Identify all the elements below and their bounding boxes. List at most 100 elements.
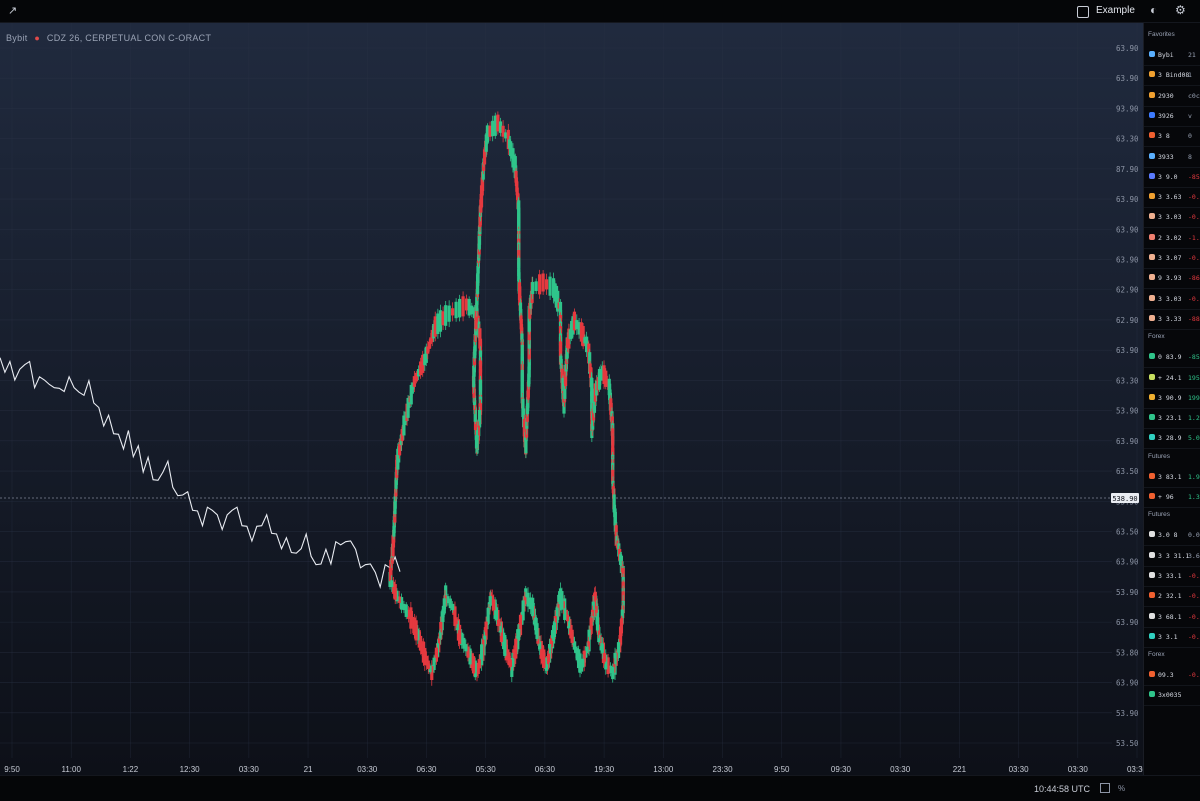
price-change: 3.6 [1188,551,1200,560]
coin-icon [1149,314,1155,321]
x-tick-label: 9:50 [774,765,790,774]
price-change: 1.30 [1188,493,1200,501]
watchlist-row[interactable]: 3933 8 [1144,147,1200,168]
symbol-price: 3 28.9 [1158,434,1182,443]
price-change: -0.1 [1188,254,1200,262]
candle-body [451,308,455,316]
symbol-price: 3 68.1 [1158,612,1182,621]
y-tick-label: 63.90 [1116,346,1139,355]
price-chart[interactable]: 63.90 63.90 93.90 63.30 87.90 63.90 63.90 63.90… [0,23,1148,775]
watchlist-row[interactable]: 3 83.1 1.90 [1144,467,1200,488]
y-tick-label: 87.90 [1116,165,1139,174]
symbol-price: 3 3.03 [1158,213,1182,222]
watchlist-row[interactable]: 3926 v [1144,106,1200,127]
candle-body [548,276,552,296]
chart-area[interactable]: 63.90 63.90 93.90 63.30 87.90 63.90 63.90 63.90… [0,23,1148,775]
watchlist-row[interactable]: 2 32.1 -0.0 [1144,586,1200,608]
coin-icon [1149,132,1155,139]
watchlist-sidebar: Favorites Bybi 21 3 Bind08 1 2930 c0c 3926 v 3 8 0… [1143,23,1200,775]
watchlist-row[interactable]: 09.3 -0.0 [1144,665,1200,687]
symbol-price: 3 3.03 [1158,294,1182,303]
chart-background [0,23,1143,775]
candle-body [531,281,535,295]
watchlist-row[interactable]: 3 3.1 -0.8 [1144,627,1200,648]
symbol-price: 3 9.0 [1158,172,1178,181]
zoom-indicator[interactable]: % [1118,784,1125,793]
price-change: -0.0 [1188,571,1200,580]
price-change: -88 [1188,314,1200,323]
watchlist-row[interactable]: 3 28.9 5.00 [1144,428,1200,450]
status-dot-icon: ● [34,33,41,43]
watchlist-section-forex: Forex [1148,333,1165,341]
price-change: -86 [1188,274,1200,283]
watchlist-row[interactable]: 3 3.63 -0.0 [1144,187,1200,209]
watchlist-section-futures-2: Futures [1148,511,1171,519]
gear-icon[interactable]: ⚙ [1175,3,1186,17]
symbol-price: 3 23.1 [1158,414,1182,423]
watchlist-row[interactable]: 3 3.03 -0.0 [1144,289,1200,310]
x-tick-label: 03:30 [1127,765,1143,774]
price-change: 5.00 [1188,434,1200,443]
watchlist-row[interactable]: 3 3.03 -0.0 [1144,207,1200,229]
symbol-price: 3 8 [1158,132,1170,141]
coin-icon [1149,193,1155,200]
price-change: v [1188,111,1192,120]
utc-clock[interactable]: 10:44:58 UTC [1034,784,1090,794]
watchlist-row[interactable]: + 24.1 195 [1144,368,1200,389]
watchlist-row[interactable]: 3 90.9 199 [1144,388,1200,409]
watchlist-row[interactable]: 3.0 8 0.0 [1144,525,1200,547]
watchlist-row[interactable]: 3 Bind08 1 [1144,65,1200,87]
y-tick-label: 53.50 [1116,739,1139,748]
x-tick-label: 23:30 [713,765,734,774]
watchlist-row[interactable]: 3 3.33 -88 [1144,309,1200,330]
watchlist-section-forex-2: Forex [1148,651,1165,659]
y-tick-label: 63.50 [1116,527,1139,536]
watchlist-row[interactable]: 3 68.1 -0.0 [1144,607,1200,628]
coin-icon [1149,213,1155,220]
candle-body [545,279,549,290]
symbol-price: + 96 [1158,493,1174,501]
price-change: 199 [1188,393,1200,402]
example-checkbox[interactable] [1077,6,1089,18]
y-tick-label: 63.90 [1116,437,1139,446]
symbol-price: 3 3.1 [1158,632,1178,641]
coin-icon [1149,434,1155,441]
theme-icon[interactable]: ◐ [1150,3,1157,17]
timezone-icon[interactable] [1100,783,1110,793]
y-tick-label: 63.30 [1116,376,1139,385]
watchlist-row[interactable]: Bybi 21 [1144,45,1200,66]
price-change: -1.7 [1188,233,1200,242]
coin-icon [1149,91,1155,98]
watchlist-row[interactable]: 3 8 0 [1144,126,1200,148]
watchlist-row[interactable]: + 96 1.30 [1144,487,1200,508]
coin-icon [1149,612,1155,619]
candle-body [541,273,545,292]
price-change: -0.0 [1188,671,1200,680]
watchlist-row[interactable]: 2930 c0c [1144,86,1200,107]
x-tick-label: 9:50 [4,765,20,774]
x-tick-label: 06:30 [416,765,437,774]
price-change: 1.2 [1188,414,1200,423]
watchlist-row[interactable]: 3 3.07 -0.1 [1144,248,1200,269]
y-tick-label: 63.90 [1116,74,1139,83]
price-change: 195 [1188,373,1200,382]
symbol-name: CDZ 26, CERPETUAL CON C-ORACT [46,33,212,43]
symbol-price: 3 3.63 [1158,193,1182,202]
watchlist-row[interactable]: 0 83.9 -85 [1144,347,1200,369]
watchlist-row[interactable]: 2 3.02 -1.7 [1144,228,1200,249]
example-label[interactable]: Example [1096,5,1135,16]
arrow-icon[interactable]: ↗ [8,4,17,17]
watchlist-row[interactable]: 3 9.0 -85 [1144,167,1200,188]
watchlist-row[interactable]: 3 33.1 -0.0 [1144,566,1200,587]
coin-icon [1149,71,1155,78]
symbol-price: 3 33.1 [1158,571,1182,580]
symbol-price: 3 Bind08 [1158,71,1190,80]
symbol-price: 09.3 [1158,671,1174,680]
price-change: 0 [1188,132,1192,141]
watchlist-row[interactable]: 3 3 31.1 3.6 [1144,546,1200,567]
symbol-header: Bybit ● CDZ 26, CERPETUAL CON C-ORACT [6,33,211,43]
watchlist-row[interactable]: 3x0035 [1144,685,1200,707]
current-price-label: 538.90 [1112,495,1137,503]
watchlist-row[interactable]: 3 23.1 1.2 [1144,408,1200,430]
watchlist-row[interactable]: 9 3.93 -86 [1144,268,1200,290]
